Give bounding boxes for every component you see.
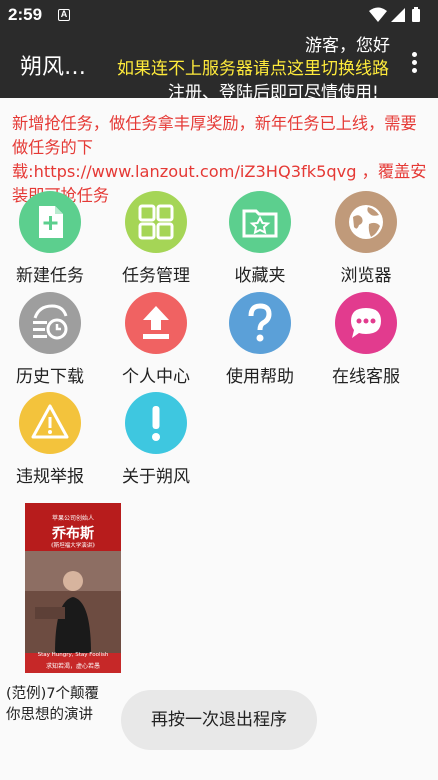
menu-label: 任务管理: [122, 266, 190, 286]
wifi-icon: [369, 7, 387, 22]
menu-label: 收藏夹: [234, 266, 286, 286]
more-menu-icon[interactable]: [412, 52, 418, 74]
menu-item-report[interactable]: 违规举报: [0, 392, 100, 487]
menu-item-about[interactable]: 关于朔风: [106, 392, 206, 487]
status-icons: [368, 6, 428, 28]
chat-icon: [335, 292, 397, 354]
status-bar: 2:59 A: [0, 0, 438, 30]
example-book-label[interactable]: (范例)7个颠覆你思想的演讲: [6, 684, 110, 726]
cover-quote-en: Stay Hungry, Stay Foolish: [37, 652, 109, 658]
menu-label: 浏览器: [340, 266, 392, 286]
status-time: 2:59: [8, 5, 43, 24]
menu-item-user-center[interactable]: 个人中心: [106, 292, 206, 387]
menu-item-task-manage[interactable]: 任务管理: [106, 191, 206, 286]
menu-item-history[interactable]: 历史下载: [0, 292, 100, 387]
app-title: 朔风…: [20, 55, 87, 80]
menu-item-new-task[interactable]: 新建任务: [0, 191, 100, 286]
task-manage-icon: [125, 191, 187, 253]
cover-title: 乔布斯: [52, 526, 94, 542]
notification-icon: A: [58, 9, 70, 21]
battery-icon: [412, 7, 420, 22]
menu-label: 在线客服: [332, 367, 400, 387]
signal-icon: [391, 8, 405, 22]
menu-label: 使用帮助: [226, 367, 294, 387]
favorites-icon: [229, 191, 291, 253]
greeting[interactable]: 游客，您好: [305, 31, 390, 56]
help-icon: [229, 292, 291, 354]
menu-item-help[interactable]: 使用帮助: [210, 292, 310, 387]
register-tip[interactable]: 注册、登陆后即可尽情使用!: [168, 78, 379, 103]
cover-quote-cn: 求知若渴，虚心若愚: [45, 663, 100, 670]
user-center-icon: [125, 292, 187, 354]
browser-icon: [335, 191, 397, 253]
new-task-icon: [19, 191, 81, 253]
menu-item-chat[interactable]: 在线客服: [316, 292, 416, 387]
example-book-cover[interactable]: 苹果公司创始人 乔布斯 《斯坦福大学演讲》 Stay Hungry, Stay …: [25, 503, 121, 673]
info-icon: [125, 392, 187, 454]
exit-toast: 再按一次退出程序: [121, 690, 317, 750]
cover-subtitle: 《斯坦福大学演讲》: [48, 543, 98, 549]
menu-item-favorites[interactable]: 收藏夹: [210, 191, 310, 286]
history-icon: [19, 292, 81, 354]
warning-icon: [19, 392, 81, 454]
cover-top-text: 苹果公司创始人: [51, 515, 94, 522]
menu-label: 关于朔风: [122, 467, 190, 487]
menu-item-browser[interactable]: 浏览器: [316, 191, 416, 286]
menu-label: 历史下载: [16, 367, 84, 387]
menu-label: 违规举报: [16, 467, 84, 487]
menu-label: 新建任务: [16, 266, 84, 286]
switch-server-link[interactable]: 如果连不上服务器请点这里切换线路: [117, 54, 389, 79]
app-bar: 朔风… 游客，您好 如果连不上服务器请点这里切换线路 注册、登陆后即可尽情使用!: [0, 30, 438, 103]
menu-label: 个人中心: [122, 367, 190, 387]
